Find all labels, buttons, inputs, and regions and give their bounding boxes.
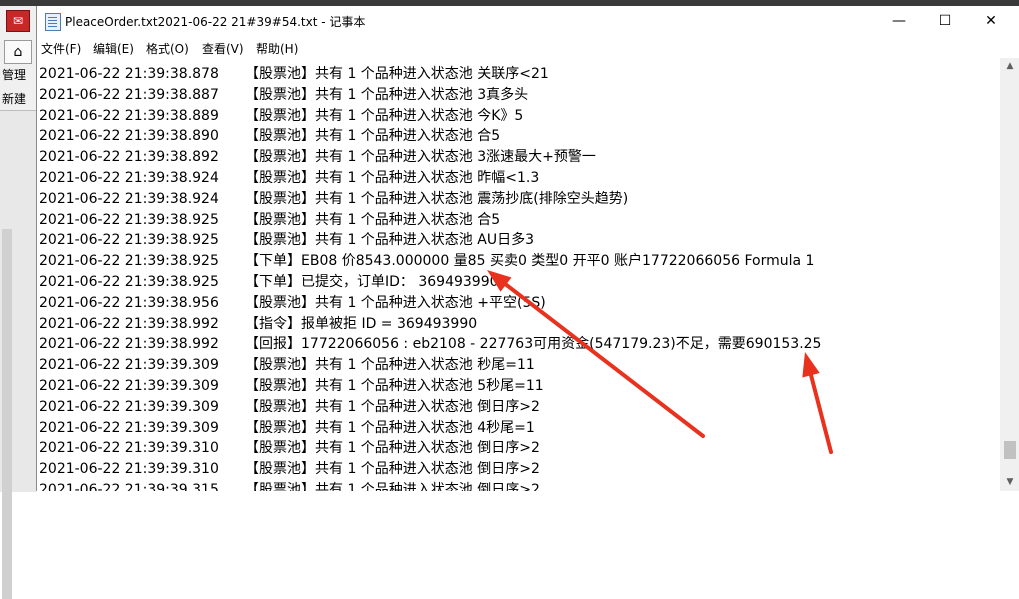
log-message: 【股票池】共有 1 个品种进入状态池 今K》5 — [245, 107, 524, 124]
scroll-down-icon[interactable]: ▼ — [1000, 474, 1019, 491]
notepad-window: PleaceOrder.txt2021-06-22 21#39#54.txt -… — [36, 6, 1019, 491]
menu-file[interactable]: 文件(F) — [41, 40, 81, 57]
log-message: 【指令】报单被拒 ID = 369493990 — [245, 315, 478, 332]
background-app: ✉ ⌂ 管理 新建 — [0, 0, 1019, 599]
minimize-button[interactable]: — — [876, 6, 922, 36]
log-timestamp: 2021-06-22 21:39:38.925 — [39, 253, 219, 270]
log-timestamp: 2021-06-22 21:39:38.925 — [39, 274, 219, 290]
log-timestamp: 2021-06-22 21:39:39.309 — [39, 378, 219, 394]
log-timestamp: 2021-06-22 21:39:39.310 — [39, 440, 219, 457]
log-message: 【股票池】共有 1 个品种进入状态池 秒尾=11 — [245, 357, 535, 374]
log-message: 【股票池】共有 1 个品种进入状态池 合5 — [245, 211, 501, 228]
log-message: 【股票池】共有 1 个品种进入状态池 3真多头 — [245, 86, 529, 103]
log-message: 【股票池】共有 1 个品种进入状态池 倒日序>2 — [245, 440, 540, 457]
log-timestamp: 2021-06-22 21:39:39.310 — [39, 461, 219, 478]
home-icon[interactable]: ⌂ — [4, 40, 32, 64]
log-message: 【下单】EB08 价8543.000000 量85 买卖0 类型0 开平0 账户… — [245, 253, 815, 270]
log-timestamp: 2021-06-22 21:39:38.992 — [39, 315, 219, 332]
window-title: PleaceOrder.txt2021-06-22 21#39#54.txt -… — [65, 15, 366, 29]
log-message: 【股票池】共有 1 个品种进入状态池 倒日序>2 — [245, 482, 540, 491]
log-message: 【股票池】共有 1 个品种进入状态池 倒日序>2 — [245, 461, 540, 478]
log-timestamp: 2021-06-22 21:39:38.956 — [39, 294, 219, 311]
menu-format[interactable]: 格式(O) — [146, 40, 189, 57]
background-scrollbar[interactable] — [2, 229, 12, 599]
log-message: 【股票池】共有 1 个品种进入状态池 5秒尾=11 — [245, 378, 544, 394]
log-message: 【股票池】共有 1 个品种进入状态池 震荡抄底(排除空头趋势) — [245, 190, 629, 207]
log-timestamp: 2021-06-22 21:39:38.925 — [39, 211, 219, 228]
maximize-button[interactable]: ☐ — [922, 6, 968, 36]
log-message: 【下单】已提交，订单ID： 369493990 — [245, 274, 499, 290]
log-message: 【股票池】共有 1 个品种进入状态池 昨幅<1.3 — [245, 170, 540, 186]
log-timestamp: 2021-06-22 21:39:38.887 — [39, 86, 219, 103]
log-timestamp: 2021-06-22 21:39:39.309 — [39, 398, 219, 415]
scroll-up-icon[interactable]: ▲ — [1000, 58, 1019, 75]
text-editor[interactable]: 2021-06-22 21:39:38.878 【股票池】共有 1 个品种进入状态… — [37, 58, 1000, 491]
log-timestamp: 2021-06-22 21:39:38.924 — [39, 190, 219, 207]
log-timestamp: 2021-06-22 21:39:38.924 — [39, 170, 219, 186]
close-button[interactable]: ✕ — [968, 6, 1014, 36]
vertical-scrollbar[interactable]: ▲ ▼ — [1000, 58, 1019, 491]
menu-bar: 文件(F) 编辑(E) 格式(O) 查看(V) 帮助(H) — [37, 36, 1019, 58]
log-message: 【股票池】共有 1 个品种进入状态池 合5 — [245, 128, 501, 145]
notepad-icon — [45, 13, 61, 31]
log-timestamp: 2021-06-22 21:39:38.992 — [39, 336, 219, 353]
log-timestamp: 2021-06-22 21:39:39.309 — [39, 357, 219, 374]
log-timestamp: 2021-06-22 21:39:38.890 — [39, 128, 219, 145]
menu-edit[interactable]: 编辑(E) — [93, 40, 134, 57]
scroll-thumb[interactable] — [1004, 441, 1016, 459]
menu-view[interactable]: 查看(V) — [202, 40, 244, 57]
log-timestamp: 2021-06-22 21:39:38.878 — [39, 66, 219, 82]
title-bar[interactable]: PleaceOrder.txt2021-06-22 21#39#54.txt -… — [37, 6, 1019, 36]
log-message: 【股票池】共有 1 个品种进入状态池 关联序<21 — [245, 66, 549, 82]
manage-tab[interactable]: 管理 — [2, 66, 34, 83]
log-message: 【回报】17722066056 : eb2108 - 227763可用资金(54… — [245, 336, 822, 353]
new-button[interactable]: 新建 — [2, 90, 34, 107]
menu-help[interactable]: 帮助(H) — [256, 40, 298, 57]
log-message: 【股票池】共有 1 个品种进入状态池 3涨速最大+预警一 — [245, 149, 596, 166]
log-timestamp: 2021-06-22 21:39:39.315 — [39, 482, 219, 491]
background-panel — [0, 110, 36, 599]
log-message: 【股票池】共有 1 个品种进入状态池 倒日序>2 — [245, 398, 540, 415]
log-timestamp: 2021-06-22 21:39:38.889 — [39, 107, 219, 124]
log-timestamp: 2021-06-22 21:39:39.309 — [39, 419, 219, 436]
log-message: 【股票池】共有 1 个品种进入状态池 4秒尾=1 — [245, 419, 535, 436]
log-timestamp: 2021-06-22 21:39:38.925 — [39, 232, 219, 249]
log-message: 【股票池】共有 1 个品种进入状态池 +平空(5S) — [245, 294, 546, 311]
app-icon[interactable]: ✉ — [6, 10, 30, 32]
log-timestamp: 2021-06-22 21:39:38.892 — [39, 149, 219, 166]
log-message: 【股票池】共有 1 个品种进入状态池 AU日多3 — [245, 232, 534, 249]
